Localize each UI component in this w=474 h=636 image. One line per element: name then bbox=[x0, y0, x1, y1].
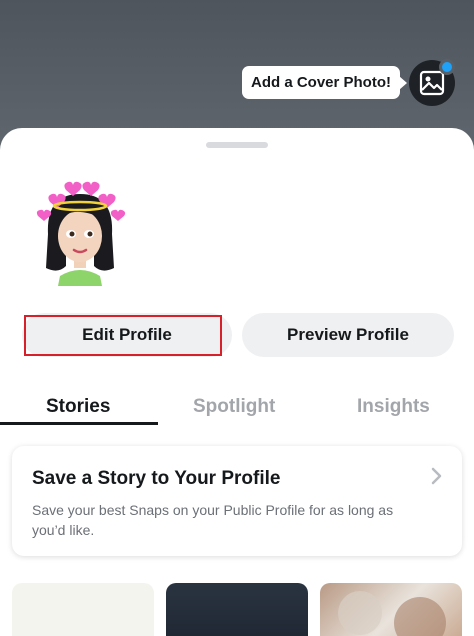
preview-profile-label: Preview Profile bbox=[287, 325, 409, 344]
sheet-handle[interactable] bbox=[206, 142, 268, 148]
tab-insights[interactable]: Insights bbox=[357, 396, 430, 418]
thumbnail-image bbox=[166, 583, 308, 636]
tab-spotlight[interactable]: Spotlight bbox=[193, 396, 275, 418]
story-thumbnail[interactable] bbox=[166, 583, 308, 636]
thumbnail-image bbox=[12, 583, 154, 636]
image-add-icon bbox=[419, 70, 445, 96]
preview-profile-button[interactable]: Preview Profile bbox=[242, 313, 454, 357]
story-thumbnail[interactable] bbox=[12, 583, 154, 636]
active-tab-indicator bbox=[0, 422, 158, 425]
display-name-area bbox=[141, 181, 325, 269]
tooltip-label: Add a Cover Photo! bbox=[251, 74, 392, 91]
tab-stories[interactable]: Stories bbox=[46, 396, 110, 418]
card-description: Save your best Snaps on your Public Prof… bbox=[32, 502, 394, 538]
story-thumbnail[interactable] bbox=[320, 583, 462, 636]
notification-dot bbox=[439, 59, 455, 75]
card-title: Save a Story to Your Profile bbox=[32, 468, 281, 489]
chevron-right-icon bbox=[431, 467, 442, 485]
save-story-card[interactable]: Save a Story to Your Profile Save your b… bbox=[12, 446, 462, 556]
edit-profile-label: Edit Profile bbox=[82, 325, 172, 344]
edit-profile-button[interactable]: Edit Profile bbox=[22, 313, 232, 357]
bitmoji-avatar[interactable] bbox=[30, 176, 130, 286]
profile-sheet: Edit Profile Preview Profile Stories Spo… bbox=[0, 128, 474, 636]
add-cover-photo-tooltip[interactable]: Add a Cover Photo! bbox=[242, 66, 408, 99]
thumbnail-image bbox=[338, 591, 446, 636]
